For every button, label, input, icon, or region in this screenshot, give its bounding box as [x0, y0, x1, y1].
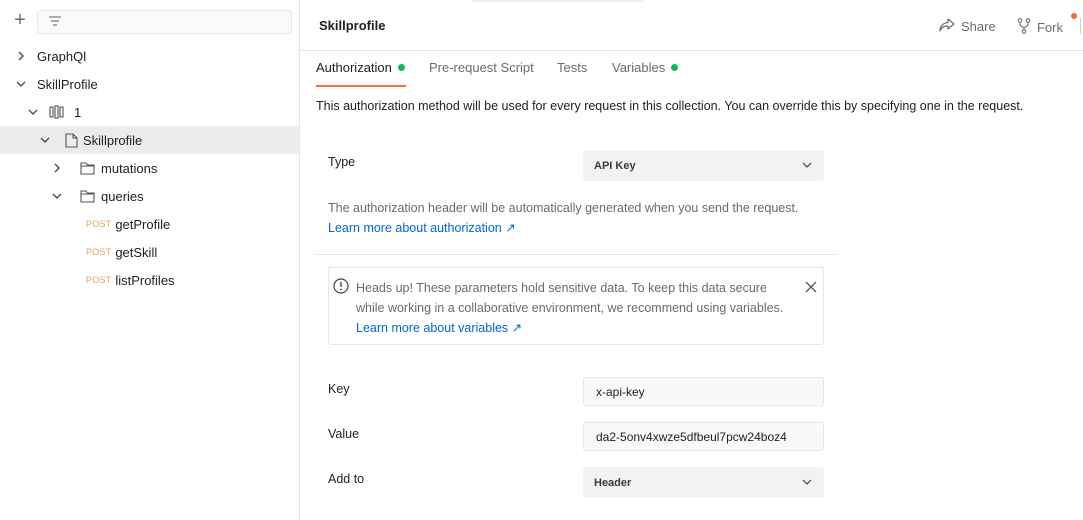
auth-description: This authorization method will be used f… [316, 99, 1024, 113]
add-to-select[interactable]: Header [583, 467, 824, 498]
tab-label: Variables [612, 60, 666, 75]
tab-tests[interactable]: Tests [557, 60, 587, 75]
active-tab-indicator [316, 85, 406, 87]
tree-item-graphql[interactable]: GraphQl [0, 42, 299, 70]
tree-item-label: getSkill [115, 244, 158, 260]
notification-dot [1071, 13, 1077, 19]
header: Skillprofile Share Fork [300, 0, 1083, 51]
tree-item-label: SkillProfile [37, 76, 98, 92]
value-label: Value [328, 427, 360, 441]
tree-item-label: getProfile [115, 216, 171, 232]
chevron-right-icon[interactable] [15, 50, 27, 62]
tab-label: Authorization [316, 60, 392, 75]
type-label: Type [328, 155, 356, 169]
tree-item-label: queries [101, 188, 144, 204]
filter-icon [48, 16, 62, 31]
tree-item-mutations[interactable]: mutations [0, 154, 299, 182]
tree-item-getprofile[interactable]: POST getProfile [0, 210, 299, 238]
key-input[interactable]: x-api-key [583, 377, 824, 406]
tab-strip-indicator [472, 0, 643, 2]
share-button[interactable]: Share [939, 18, 996, 35]
chevron-right-icon[interactable] [51, 162, 63, 174]
tree-item-label: Skillprofile [83, 132, 143, 148]
sidebar-toolbar: + [0, 0, 299, 42]
chevron-down-icon [802, 477, 812, 489]
share-icon [939, 18, 955, 35]
learn-more-variables-link[interactable]: Learn more about variables ↗ [356, 321, 522, 335]
document-icon [65, 132, 78, 148]
auth-type-select[interactable]: API Key [583, 150, 824, 181]
fork-icon [1017, 18, 1031, 37]
divider [316, 254, 836, 255]
tree-item-listprofiles[interactable]: POST listProfiles [0, 266, 299, 294]
tab-authorization[interactable]: Authorization [316, 60, 405, 75]
main-panel: Skillprofile Share Fork Authorization Pr… [300, 0, 1083, 520]
tree-item-getskill[interactable]: POST getSkill [0, 238, 299, 266]
tree-item-label: mutations [101, 160, 158, 176]
fork-button[interactable]: Fork [1017, 18, 1063, 37]
chevron-down-icon[interactable] [27, 106, 39, 118]
alert-message: Heads up! These parameters hold sensitiv… [356, 278, 796, 338]
tab-label: Tests [557, 60, 588, 75]
method-badge: POST [86, 219, 112, 229]
fork-label: Fork [1037, 20, 1063, 35]
status-dot [671, 64, 679, 71]
tab-pre-request-script[interactable]: Pre-request Script [429, 60, 534, 75]
tree-item-skillprofile-schema[interactable]: Skillprofile [0, 126, 299, 154]
key-value: x-api-key [596, 384, 645, 399]
folder-icon [80, 189, 95, 203]
value-value: da2-5onv4xwze5dfbeul7pcw24boz4 [596, 429, 787, 444]
filter-input[interactable] [37, 10, 292, 34]
tree-item-label: GraphQl [37, 48, 87, 64]
warning-icon [333, 278, 349, 297]
chevron-down-icon [802, 160, 812, 172]
close-icon[interactable] [805, 281, 817, 296]
method-badge: POST [86, 275, 112, 285]
tree-item-label: 1 [74, 104, 82, 120]
tree-item-queries[interactable]: queries [0, 182, 299, 210]
tab-label: Pre-request Script [429, 60, 534, 75]
folder-icon [80, 161, 95, 175]
value-input[interactable]: da2-5onv4xwze5dfbeul7pcw24boz4 [583, 422, 824, 451]
tabs: Authorization Pre-request Script Tests V… [300, 52, 1083, 88]
chevron-down-icon[interactable] [15, 78, 27, 90]
sidebar: + GraphQl SkillProfile 1 Skillprofile mu… [0, 0, 300, 520]
add-to-label: Add to [328, 472, 365, 486]
learn-more-authorization-link[interactable]: Learn more about authorization ↗ [328, 220, 516, 235]
add-to-value: Header [594, 476, 632, 489]
status-dot [397, 64, 405, 71]
chevron-down-icon[interactable] [51, 190, 63, 202]
alert-text: Heads up! These parameters hold sensitiv… [356, 281, 784, 315]
sensitive-data-alert: Heads up! These parameters hold sensitiv… [328, 267, 824, 345]
key-label: Key [328, 382, 350, 396]
tree-item-skillprofile-collection[interactable]: SkillProfile [0, 70, 299, 98]
share-label: Share [961, 19, 996, 34]
tree-item-label: listProfiles [115, 272, 175, 288]
auth-type-value: API Key [594, 159, 636, 172]
api-version-icon [49, 105, 64, 119]
method-badge: POST [86, 247, 112, 257]
page-title: Skillprofile [319, 18, 386, 33]
divider [1080, 18, 1081, 34]
chevron-down-icon[interactable] [39, 134, 51, 146]
auth-help-text: The authorization header will be automat… [328, 201, 799, 215]
tab-variables[interactable]: Variables [612, 60, 679, 75]
add-icon[interactable]: + [12, 10, 28, 30]
tree-item-version[interactable]: 1 [0, 98, 299, 126]
